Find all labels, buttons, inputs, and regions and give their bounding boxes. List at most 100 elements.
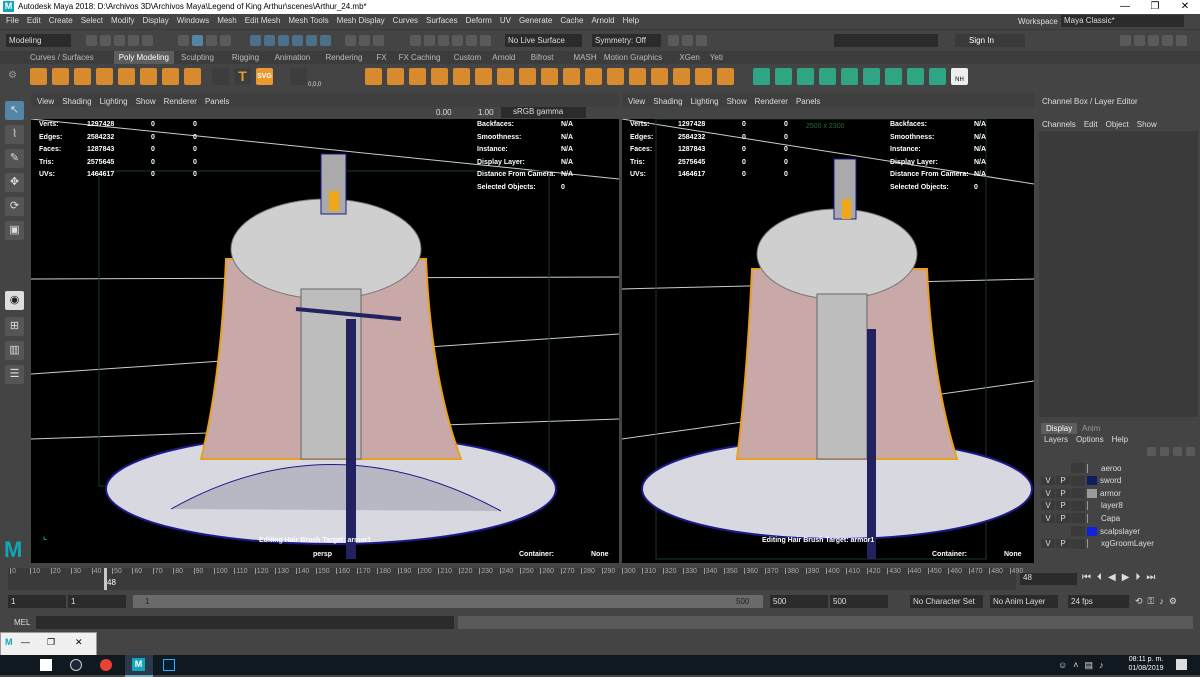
planar-uv-icon[interactable]: [753, 68, 770, 85]
new-layer-selected-icon[interactable]: [1160, 447, 1169, 456]
layer-row-xggroomlayer[interactable]: V PxgGroomLayer: [1041, 538, 1196, 550]
fps-select[interactable]: 24 fps: [1068, 595, 1129, 608]
color-space-select[interactable]: sRGB gamma: [501, 107, 586, 118]
end-time-field[interactable]: 500: [830, 595, 888, 608]
layout-uv-icon[interactable]: [929, 68, 946, 85]
viewport-menu-view[interactable]: View: [37, 97, 54, 106]
smooth-icon[interactable]: [409, 68, 426, 85]
shelf-tab-rendering[interactable]: Rendering: [326, 53, 363, 62]
render-view-icon[interactable]: [466, 35, 477, 46]
menu-item-cache[interactable]: Cache: [560, 16, 583, 25]
layer-row-sword[interactable]: V Psword: [1041, 475, 1196, 487]
layer-reference-toggle[interactable]: [1071, 513, 1085, 524]
layer-playback-toggle[interactable]: P: [1056, 488, 1070, 498]
layer-name[interactable]: scalpslayer: [1100, 527, 1140, 536]
layer-name[interactable]: sword: [1100, 476, 1121, 485]
character-set-select[interactable]: No Character Set: [910, 595, 983, 608]
tool-settings-icon[interactable]: [1148, 35, 1159, 46]
preferences-icon[interactable]: ⚙: [1169, 596, 1177, 607]
menu-item-generate[interactable]: Generate: [519, 16, 552, 25]
cylindrical-uv-icon[interactable]: [775, 68, 792, 85]
play-back-icon[interactable]: ◀: [1108, 572, 1116, 583]
poly-torus-icon[interactable]: [118, 68, 135, 85]
menu-item-curves[interactable]: Curves: [393, 16, 418, 25]
mirror-icon[interactable]: [453, 68, 470, 85]
viewport-menu-renderer[interactable]: Renderer: [164, 97, 197, 106]
automatic-uv-icon[interactable]: [819, 68, 836, 85]
key-icon[interactable]: ⚿: [1148, 596, 1155, 607]
menu-item-deform[interactable]: Deform: [466, 16, 492, 25]
range-track[interactable]: 1 500: [133, 595, 763, 608]
shelf-tab-xgen[interactable]: XGen: [679, 53, 699, 62]
bridge-icon[interactable]: [497, 68, 514, 85]
go-to-end-icon[interactable]: ⏭: [1146, 572, 1155, 583]
menu-item-file[interactable]: File: [6, 16, 19, 25]
menu-item-arnold[interactable]: Arnold: [591, 16, 614, 25]
viewport-menu-show[interactable]: Show: [727, 97, 747, 106]
steam-icon[interactable]: [70, 659, 82, 671]
new-layer-icon[interactable]: [1147, 447, 1156, 456]
center-pivot-icon[interactable]: [290, 68, 307, 85]
exposure-value[interactable]: 0.00: [436, 108, 452, 117]
outliner-icon[interactable]: [1176, 35, 1187, 46]
live-surface-field[interactable]: No Live Surface: [505, 34, 582, 47]
name-field[interactable]: [834, 34, 938, 47]
mini-maximize-icon[interactable]: ❐: [47, 637, 55, 648]
super-shape-icon[interactable]: [212, 68, 229, 85]
menu-set-select[interactable]: Modeling: [6, 34, 71, 47]
type-tool-icon[interactable]: T: [234, 68, 251, 85]
viewport-menu-renderer[interactable]: Renderer: [755, 97, 788, 106]
output-history-icon[interactable]: [359, 35, 370, 46]
ipr-render-icon[interactable]: [424, 35, 435, 46]
two-view-icon[interactable]: ▥: [5, 341, 24, 360]
save-scene-icon[interactable]: [114, 35, 125, 46]
channel-menu-channels[interactable]: Channels: [1042, 120, 1076, 129]
layer-playback-toggle[interactable]: P: [1056, 539, 1070, 549]
shelf-tab-fx-caching[interactable]: FX Caching: [399, 53, 441, 62]
shelf-tab-custom[interactable]: Custom: [454, 53, 482, 62]
move-layer-down-icon[interactable]: [1186, 447, 1195, 456]
viewport-menu-panels[interactable]: Panels: [796, 97, 820, 106]
select-object-icon[interactable]: [192, 35, 203, 46]
shelf-tab-yeti[interactable]: Yeti: [710, 53, 723, 62]
current-frame-field[interactable]: 48: [1020, 573, 1077, 585]
viewport-menu-shading[interactable]: Shading: [62, 97, 91, 106]
layer-reference-toggle[interactable]: [1071, 488, 1085, 499]
layer-playback-toggle[interactable]: P: [1056, 513, 1070, 523]
viewport-menu-shading[interactable]: Shading: [653, 97, 682, 106]
poly-cone-icon[interactable]: [96, 68, 113, 85]
toggle-panel-icon[interactable]: [668, 35, 679, 46]
arnold-render-icon[interactable]: [480, 35, 491, 46]
channel-menu-show[interactable]: Show: [1137, 120, 1157, 129]
menu-item-edit-mesh[interactable]: Edit Mesh: [245, 16, 281, 25]
mini-minimize-icon[interactable]: —: [21, 637, 30, 647]
boolean-icon[interactable]: [431, 68, 448, 85]
append-polygon-icon[interactable]: [563, 68, 580, 85]
layer-visibility-toggle[interactable]: V: [1041, 476, 1055, 486]
channel-box-icon[interactable]: [1162, 35, 1173, 46]
file-explorer-icon[interactable]: [40, 659, 52, 671]
open-scene-icon[interactable]: [100, 35, 111, 46]
menu-item-mesh-display[interactable]: Mesh Display: [337, 16, 385, 25]
menu-item-edit[interactable]: Edit: [27, 16, 41, 25]
notification-icon[interactable]: [1176, 659, 1187, 670]
offset-edge-loop-icon[interactable]: [673, 68, 690, 85]
time-slider[interactable]: 0 10 20 30 40 50 60 70 80 90 100 110 120 130 140 150 160…: [0, 566, 1200, 593]
toggle-panel-icon-2[interactable]: [682, 35, 693, 46]
hypershade-icon[interactable]: [452, 35, 463, 46]
layer-name[interactable]: armor: [1100, 489, 1121, 498]
viewport-menu-show[interactable]: Show: [136, 97, 156, 106]
shelf-tab-bifrost[interactable]: Bifrost: [531, 53, 554, 62]
uv-editor-icon[interactable]: [841, 68, 858, 85]
snap-curve-icon[interactable]: [264, 35, 275, 46]
layer-visibility-toggle[interactable]: V: [1041, 513, 1055, 523]
tab-display[interactable]: Display: [1041, 423, 1078, 434]
viewport-left[interactable]: Verts: 1297428 0 0 Edges: 2584232 0 0 Faces: 1287…: [31, 119, 619, 563]
new-scene-icon[interactable]: [86, 35, 97, 46]
shelf-tab-fx[interactable]: FX: [376, 53, 386, 62]
mel-label[interactable]: MEL: [14, 618, 30, 627]
time-slider-track[interactable]: 0 10 20 30 40 50 60 70 80 90 100 110 120 130 140 150 160…: [8, 568, 1023, 590]
fill-hole-icon[interactable]: [541, 68, 558, 85]
merge-icon[interactable]: [629, 68, 646, 85]
minimize-button[interactable]: —: [1110, 0, 1140, 14]
